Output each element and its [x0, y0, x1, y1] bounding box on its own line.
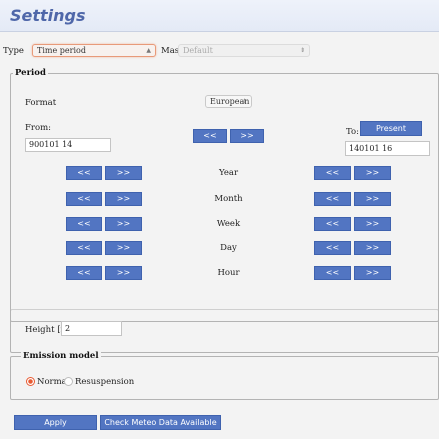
title-bar: Settings — [0, 0, 439, 32]
step-week-label: Week — [216, 219, 241, 229]
from-day-forward-button[interactable]: >> — [105, 241, 142, 255]
check-meteo-data-button[interactable]: Check Meteo Data Available — [100, 415, 221, 430]
shift-back-button[interactable]: << — [193, 129, 227, 143]
to-week-back-button[interactable]: << — [314, 217, 351, 231]
to-input-value: 140101 16 — [349, 144, 393, 153]
format-label: Format — [25, 98, 57, 108]
height-input[interactable]: 2 — [61, 321, 122, 336]
settings-panel: Type Time period ▲ Mast Default ⇕ Period… — [0, 32, 439, 439]
to-day-back-button[interactable]: << — [314, 241, 351, 255]
resuspension-radio[interactable] — [64, 377, 73, 386]
to-year-back-button[interactable]: << — [314, 166, 351, 180]
apply-button[interactable]: Apply — [14, 415, 97, 430]
to-week-forward-button[interactable]: >> — [354, 217, 391, 231]
height-input-value: 2 — [65, 324, 71, 333]
step-day-label: Day — [220, 243, 237, 253]
from-month-forward-button[interactable]: >> — [105, 192, 142, 206]
to-month-back-button[interactable]: << — [314, 192, 351, 206]
select-caret-icon: ▲ — [146, 47, 151, 54]
to-month-forward-button[interactable]: >> — [354, 192, 391, 206]
page-title: Settings — [10, 6, 86, 25]
shift-forward-button[interactable]: >> — [230, 129, 264, 143]
from-year-back-button[interactable]: << — [66, 166, 102, 180]
to-hour-back-button[interactable]: << — [314, 266, 351, 280]
to-day-forward-button[interactable]: >> — [354, 241, 391, 255]
from-month-back-button[interactable]: << — [66, 192, 102, 206]
from-year-forward-button[interactable]: >> — [105, 166, 142, 180]
type-select-value: Time period — [37, 46, 86, 55]
from-day-back-button[interactable]: << — [66, 241, 102, 255]
to-year-forward-button[interactable]: >> — [354, 166, 391, 180]
period-legend: Period — [13, 68, 48, 78]
type-select[interactable]: Time period ▲ — [32, 44, 156, 57]
step-hour-label: Hour — [217, 268, 240, 278]
step-month-label: Month — [214, 194, 243, 204]
from-input[interactable]: 900101 14 — [25, 138, 111, 152]
from-label: From: — [25, 123, 52, 133]
to-label: To: — [346, 127, 359, 137]
from-hour-back-button[interactable]: << — [66, 266, 102, 280]
format-select[interactable]: European ⇕ — [205, 95, 252, 108]
normal-radio[interactable] — [26, 377, 35, 386]
resuspension-radio-label: Resuspension — [75, 377, 135, 387]
to-hour-forward-button[interactable]: >> — [354, 266, 391, 280]
from-week-forward-button[interactable]: >> — [105, 217, 142, 231]
select-caret-icon: ⇕ — [241, 98, 247, 105]
present-button[interactable]: Present — [360, 121, 422, 136]
select-caret-icon: ⇕ — [299, 47, 305, 54]
from-input-value: 900101 14 — [29, 140, 73, 149]
type-label: Type — [3, 46, 24, 56]
from-hour-forward-button[interactable]: >> — [105, 266, 142, 280]
mast-select[interactable]: Default ⇕ — [178, 44, 310, 57]
emission-legend: Emission model — [21, 351, 101, 361]
from-week-back-button[interactable]: << — [66, 217, 102, 231]
to-input[interactable]: 140101 16 — [345, 141, 430, 156]
step-year-label: Year — [218, 168, 239, 178]
mast-select-value: Default — [183, 46, 213, 55]
